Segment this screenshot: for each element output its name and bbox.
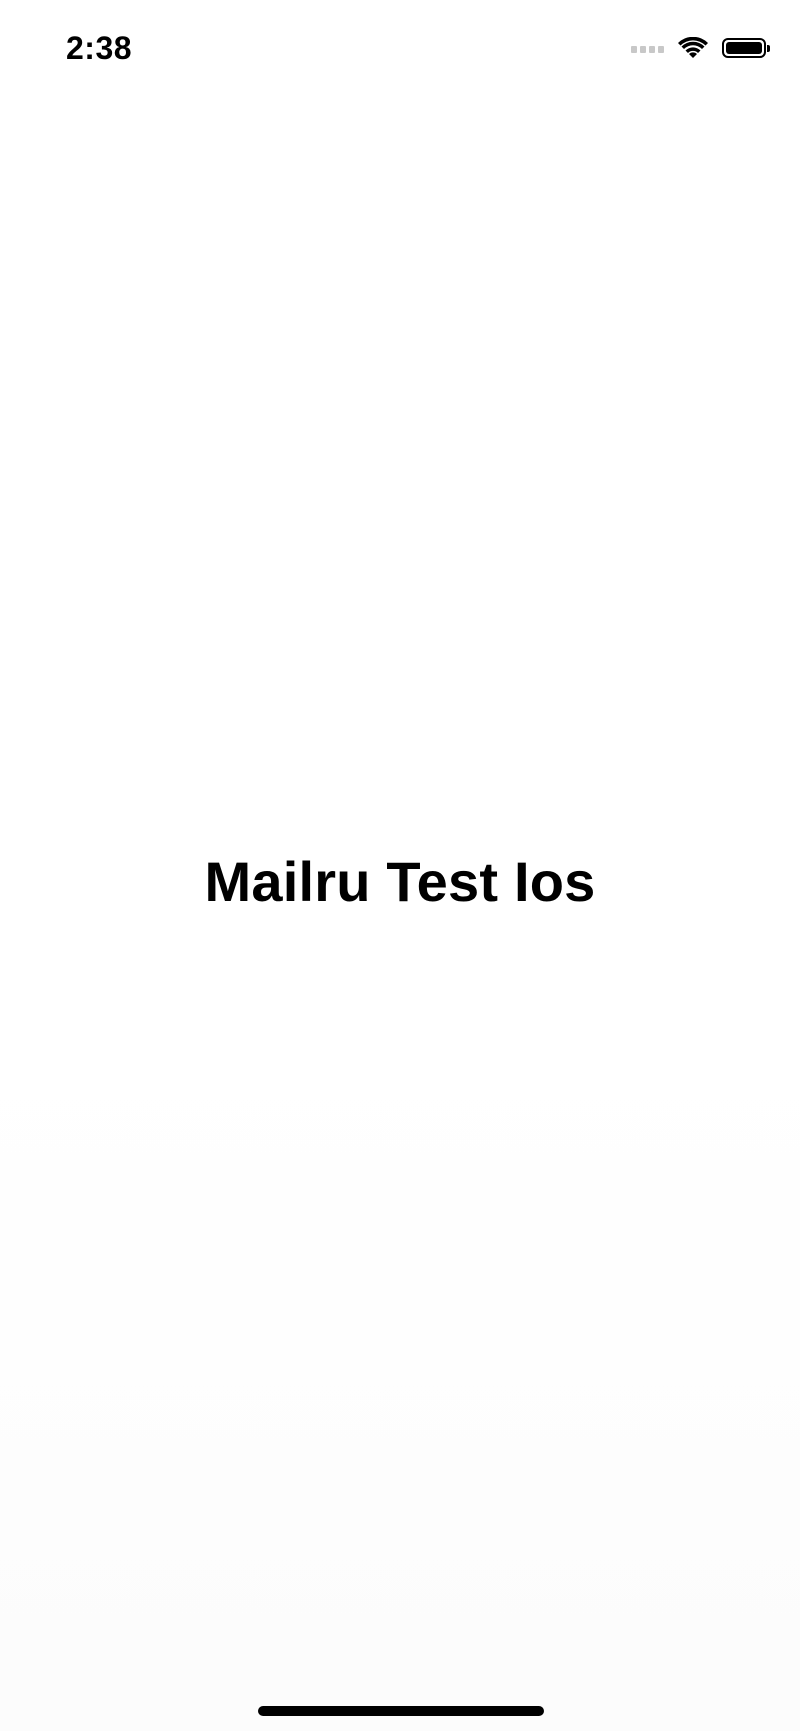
home-indicator[interactable] bbox=[258, 1706, 544, 1716]
app-title: Mailru Test Ios bbox=[204, 850, 596, 913]
status-icons bbox=[631, 34, 770, 62]
cellular-signal-icon bbox=[631, 43, 664, 53]
status-bar: 2:38 bbox=[0, 0, 800, 100]
wifi-icon bbox=[678, 37, 708, 58]
battery-fill bbox=[726, 42, 762, 54]
battery-icon bbox=[722, 38, 770, 58]
status-time: 2:38 bbox=[66, 30, 133, 66]
